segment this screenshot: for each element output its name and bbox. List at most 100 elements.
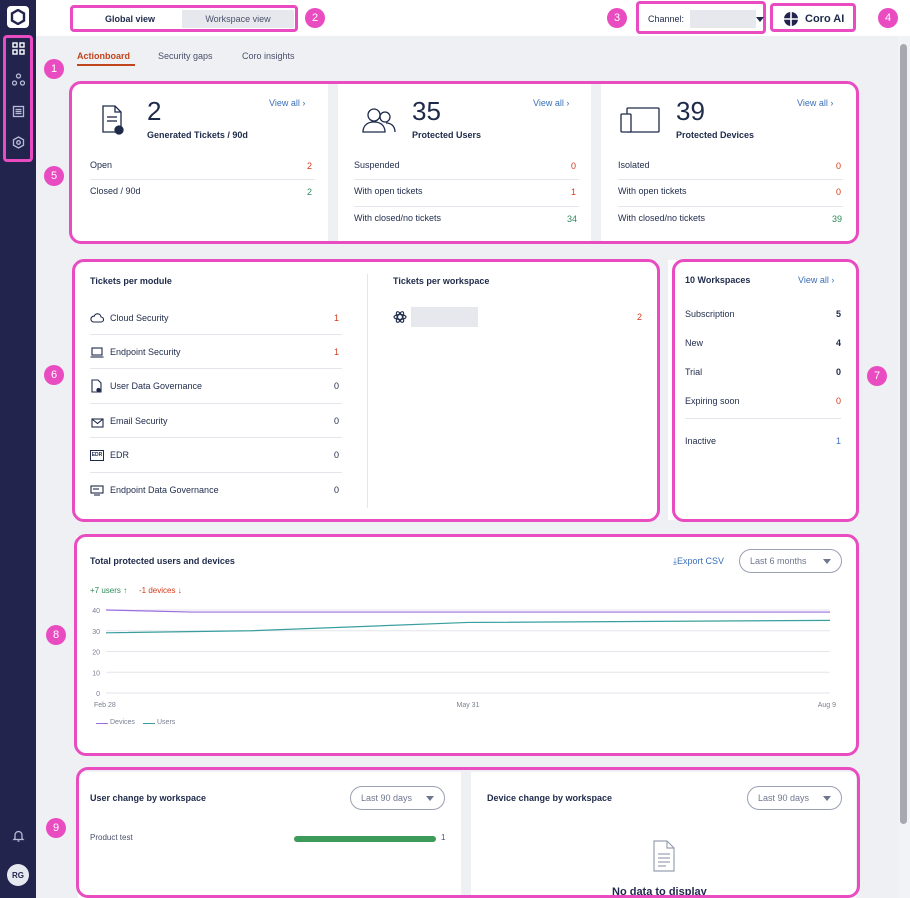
users-legend-swatch [143, 723, 155, 724]
devices-legend-swatch [96, 723, 108, 724]
divider [354, 206, 579, 207]
avatar[interactable]: RG [7, 864, 29, 886]
coro-ai-button[interactable]: Coro AI [770, 3, 856, 32]
annotation-badge: 5 [44, 166, 64, 186]
annotation-badge: 3 [607, 8, 627, 28]
network-icon[interactable] [9, 70, 27, 88]
module-cloud-label[interactable]: Cloud Security [110, 313, 169, 323]
trend-card: Total protected users and devices ⤓Expor… [76, 536, 856, 753]
annotation-badge: 4 [878, 8, 898, 28]
tickets-closed-label: Closed / 90d [90, 186, 141, 196]
annotation-badge: 6 [44, 365, 64, 385]
devices-isolated-label: Isolated [618, 160, 650, 170]
annotation-badge: 2 [305, 8, 325, 28]
user-change-range-value: Last 90 days [361, 793, 413, 803]
subscription-label: Subscription [685, 309, 735, 319]
trial-value: 0 [836, 367, 842, 377]
devices-change: -1 devices ↓ [139, 586, 182, 595]
user-change-card: User change by workspace Last 90 days Pr… [78, 772, 461, 898]
y-tick-label: 30 [92, 629, 100, 636]
tickets-label: Generated Tickets / 90d [147, 130, 248, 140]
sidebar: RG [0, 0, 36, 898]
users-open-value: 1 [571, 187, 577, 197]
workspace-view-button[interactable]: Workspace view [182, 10, 294, 28]
bell-icon[interactable] [9, 826, 27, 844]
devices-closed-value: 39 [832, 214, 843, 224]
global-view-button[interactable]: Global view [78, 10, 182, 28]
module-endpoint-label[interactable]: Endpoint Security [110, 347, 181, 357]
coro-logo[interactable] [7, 6, 29, 28]
list-icon[interactable] [9, 102, 27, 120]
module-udg-value: 0 [334, 381, 340, 391]
device-change-title: Device change by workspace [487, 793, 613, 803]
tickets-open-value: 2 [307, 161, 313, 171]
divider [618, 206, 843, 207]
tickets-count: 2 [147, 96, 162, 126]
chevron-down-icon [756, 17, 764, 22]
user-change-title: User change by workspace [90, 793, 207, 803]
workspace-name-redacted[interactable] [411, 307, 478, 327]
devices-legend-label: Devices [110, 719, 135, 726]
dashboard-icon[interactable] [9, 39, 27, 57]
devices-icon [620, 107, 660, 133]
divider [90, 437, 342, 438]
x-tick-label: Aug 9 [818, 702, 836, 709]
user-change-range-dropdown[interactable]: Last 90 days [350, 786, 445, 810]
module-cloud-value: 1 [334, 313, 340, 323]
annotation-badge: 9 [46, 818, 66, 838]
tickets-view-all-link[interactable]: View all › [269, 98, 305, 108]
trial-label: Trial [685, 367, 703, 377]
channel-selector[interactable]: Channel: [636, 1, 766, 34]
mail-icon [91, 418, 104, 428]
export-csv-button[interactable]: ⤓Export CSV [673, 556, 724, 567]
device-change-range-dropdown[interactable]: Last 90 days [747, 786, 842, 810]
active-tab-underline [77, 64, 135, 66]
y-tick-label: 20 [92, 650, 100, 657]
devices-open-value: 0 [836, 187, 842, 197]
new-label: New [685, 338, 704, 348]
user-change-row-value: 1 [441, 833, 446, 842]
module-edg-value: 0 [334, 485, 340, 495]
workspaces-view-all-link[interactable]: View all › [798, 275, 834, 285]
y-tick-label: 40 [92, 608, 100, 615]
module-edr-value: 0 [334, 450, 340, 460]
users-label: Protected Users [412, 130, 482, 140]
scrollbar[interactable] [898, 36, 910, 898]
divider [90, 334, 342, 335]
channel-value [690, 10, 756, 28]
module-edr-label[interactable]: EDR [110, 450, 129, 460]
trend-range-dropdown[interactable]: Last 6 months [739, 549, 842, 573]
view-toggle: Global view Workspace view [70, 5, 298, 32]
module-udg-label[interactable]: User Data Governance [110, 381, 202, 391]
users-view-all-link[interactable]: View all › [533, 98, 569, 108]
trend-chart: 0 10 20 30 40 Feb 28 May 31 Aug 9 [92, 608, 836, 709]
scrollbar-thumb[interactable] [900, 44, 907, 824]
user-change-bar [294, 836, 436, 842]
trend-range-value: Last 6 months [750, 556, 807, 566]
tab-actionboard[interactable]: Actionboard [77, 51, 130, 61]
new-value: 4 [836, 338, 842, 348]
users-suspended-label: Suspended [354, 160, 400, 170]
inactive-value: 1 [836, 436, 842, 446]
expiring-label: Expiring soon [685, 396, 740, 406]
x-tick-label: May 31 [457, 702, 480, 709]
y-tick-label: 0 [96, 691, 100, 698]
ticket-document-icon [102, 105, 124, 135]
cloud-icon [90, 313, 104, 323]
users-suspended-value: 0 [571, 161, 577, 171]
devices-view-all-link[interactable]: View all › [797, 98, 833, 108]
settings-icon[interactable] [9, 133, 27, 151]
devices-label: Protected Devices [676, 130, 755, 140]
module-edg-label[interactable]: Endpoint Data Governance [110, 485, 219, 495]
tab-security-gaps[interactable]: Security gaps [158, 51, 213, 61]
tickets-card: 2 Generated Tickets / 90d View all › Ope… [72, 84, 328, 241]
tickets-closed-value: 2 [307, 187, 313, 197]
module-email-label[interactable]: Email Security [110, 416, 168, 426]
document-icon [91, 379, 102, 393]
chevron-down-icon [426, 795, 434, 801]
users-open-label: With open tickets [354, 186, 423, 196]
laptop-icon [90, 347, 104, 358]
divider [618, 179, 843, 180]
divider [90, 368, 342, 369]
tab-coro-insights[interactable]: Coro insights [242, 51, 295, 61]
